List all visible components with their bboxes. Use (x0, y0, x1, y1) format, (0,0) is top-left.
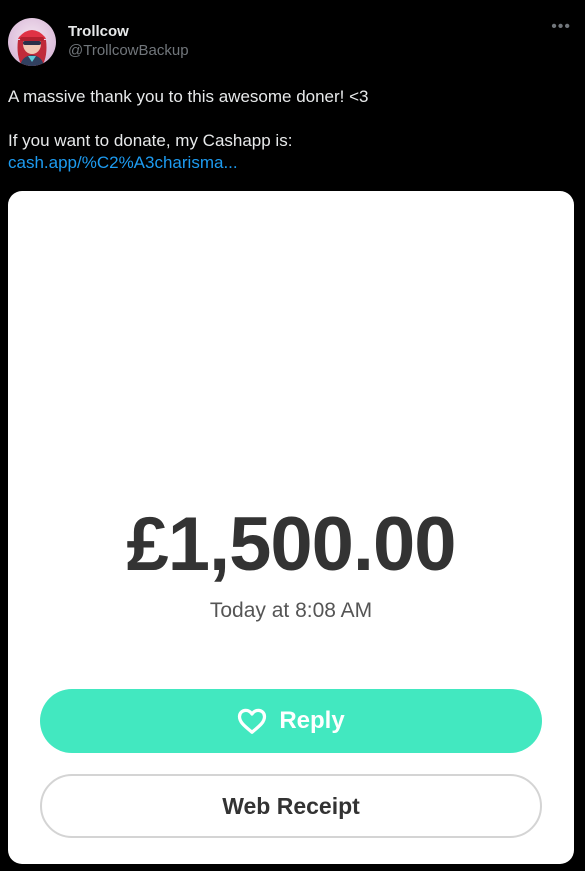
payment-date: Today at 8:08 AM (209, 599, 373, 622)
post-container: Trollcow @TrollcowBackup ••• A massive t… (0, 0, 585, 871)
author-names: Trollcow @TrollcowBackup (68, 23, 189, 61)
avatar[interactable] (8, 18, 56, 66)
post-header: Trollcow @TrollcowBackup (8, 18, 189, 66)
attached-image[interactable]: £1,500.00 Today at 8:08 AM (8, 191, 574, 864)
heart-icon (238, 708, 267, 734)
payment-amount: £1,500.00 (126, 502, 456, 587)
post-text: A massive thank you to this awesome done… (8, 86, 568, 174)
author-display-name[interactable]: Trollcow (68, 23, 189, 41)
post-line-thanks: A massive thank you to this awesome done… (8, 87, 369, 106)
author-handle[interactable]: @TrollcowBackup (68, 41, 189, 61)
reply-button[interactable]: Reply (40, 689, 542, 753)
reply-button-label: Reply (279, 707, 345, 734)
post-line-donate: If you want to donate, my Cashapp is: (8, 131, 293, 150)
more-options-icon[interactable]: ••• (551, 19, 571, 35)
cashapp-link[interactable]: cash.app/%C2%A3charisma... (8, 153, 238, 172)
web-receipt-label: Web Receipt (222, 792, 360, 819)
web-receipt-button[interactable]: Web Receipt (40, 774, 542, 838)
avatar-image (8, 18, 56, 66)
